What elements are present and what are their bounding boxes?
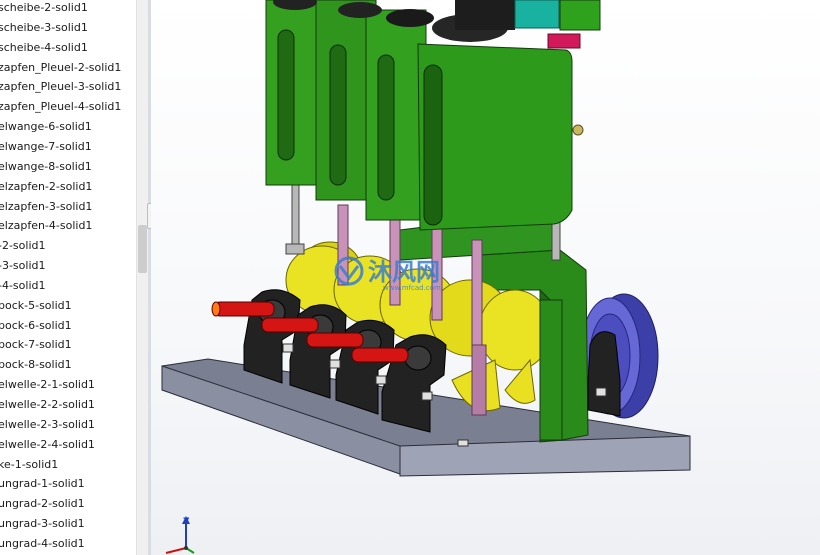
- tree-item[interactable]: scheibe-3-solid1: [0, 18, 88, 38]
- svg-text:沐风网: 沐风网: [368, 258, 440, 286]
- tree-item[interactable]: -4-solid1: [0, 276, 46, 296]
- svg-text:www.mfcad.com: www.mfcad.com: [383, 284, 441, 292]
- tree-item[interactable]: ungrad-1-solid1: [0, 474, 85, 494]
- triad-z-label: Z: [183, 517, 190, 527]
- tree-item[interactable]: elwange-7-solid1: [0, 137, 92, 157]
- scrollbar-thumb[interactable]: [138, 225, 147, 273]
- feature-tree: scheibe-2-solid1 scheibe-3-solid1 scheibe-…: [0, 0, 136, 555]
- tree-item[interactable]: elwelle-2-2-solid1: [0, 395, 95, 415]
- tree-item[interactable]: bock-6-solid1: [0, 316, 72, 336]
- tree-item[interactable]: elwelle-2-3-solid1: [0, 415, 95, 435]
- tree-item[interactable]: -2-solid1: [0, 236, 46, 256]
- engine-model: 沐风网 www.mfcad.com: [161, 0, 691, 554]
- tree-item[interactable]: elwelle-2-1-solid1: [0, 375, 95, 395]
- tree-item[interactable]: elzapfen-3-solid1: [0, 197, 92, 217]
- tree-item[interactable]: bock-7-solid1: [0, 335, 72, 355]
- tree-item[interactable]: bock-8-solid1: [0, 355, 72, 375]
- tree-item[interactable]: elwange-6-solid1: [0, 117, 92, 137]
- tree-item[interactable]: bock-5-solid1: [0, 296, 72, 316]
- tree-item[interactable]: -3-solid1: [0, 256, 46, 276]
- tree-item[interactable]: elwelle-2-4-solid1: [0, 435, 95, 455]
- tree-item[interactable]: elzapfen-4-solid1: [0, 216, 92, 236]
- tree-item[interactable]: ungrad-4-solid1: [0, 534, 85, 554]
- tree-item[interactable]: elwange-8-solid1: [0, 157, 92, 177]
- graphics-viewport[interactable]: 沐风网 www.mfcad.com Z: [151, 0, 820, 555]
- tree-item[interactable]: scheibe-4-solid1: [0, 38, 88, 58]
- tree-item[interactable]: elzapfen-2-solid1: [0, 177, 92, 197]
- tree-item[interactable]: ke-1-solid1: [0, 455, 58, 475]
- tree-item[interactable]: zapfen_Pleuel-3-solid1: [0, 77, 121, 97]
- tree-item[interactable]: ungrad-2-solid1: [0, 494, 85, 514]
- tree-item[interactable]: zapfen_Pleuel-2-solid1: [0, 58, 121, 78]
- cylinders: [265, 0, 601, 231]
- tree-item[interactable]: ungrad-3-solid1: [0, 514, 85, 534]
- tree-item[interactable]: scheibe-2-solid1: [0, 0, 88, 18]
- frame-post: [539, 299, 563, 441]
- tree-item[interactable]: zapfen_Pleuel-4-solid1: [0, 97, 121, 117]
